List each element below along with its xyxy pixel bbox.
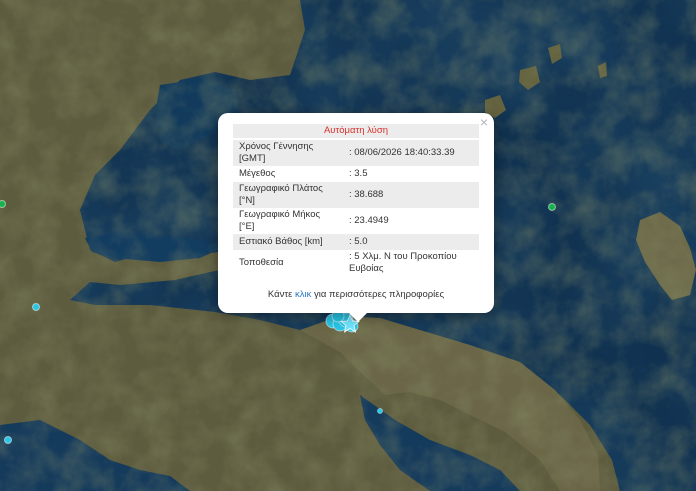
origin-time-label: Χρόνος Γέννησης [GMT] [233,140,343,166]
popup-title: Αυτόματη λύση [233,124,479,138]
location-value: : 5 Χλμ. Ν του Προκοπίου Ευβοίας [349,251,457,274]
table-row: Γεωγραφικό Πλάτος [°N] : 38.688 [233,182,479,208]
latitude-value: : 38.688 [343,182,479,208]
location-label: Τοποθεσία [239,257,284,268]
table-row: Εστιακό Βάθος [km] : 5.0 [233,234,479,250]
more-info-text: Κάντε κλικ για περισσότερες πληροφορίες [218,289,494,300]
more-info-link[interactable]: κλικ [295,289,311,300]
earthquake-marker[interactable] [4,436,12,444]
more-info-prefix: Κάντε [267,289,295,300]
depth-value: : 5.0 [343,234,479,250]
depth-label: Εστιακό Βάθος [km] [233,234,343,250]
earthquake-info-table: Χρόνος Γέννησης [GMT] : 08/06/2026 18:40… [233,140,479,276]
more-info-suffix: για περισσότερες πληροφορίες [311,289,445,300]
magnitude-value: : 3.5 [349,168,368,179]
longitude-value: : 23.4949 [349,215,389,226]
latitude-label: Γεωγραφικό Πλάτος [°N] [233,182,343,208]
origin-time-value: : 08/06/2026 18:40:33.39 [343,140,479,166]
close-icon[interactable]: × [480,115,488,129]
earthquake-popup: × Αυτόματη λύση Χρόνος Γέννησης [GMT] : … [218,113,494,322]
earthquake-marker[interactable] [548,203,556,211]
table-row: Χρόνος Γέννησης [GMT] : 08/06/2026 18:40… [233,140,479,166]
magnitude-label: Μέγεθος [239,168,276,179]
earthquake-marker[interactable] [377,408,383,414]
table-row: Γεωγραφικό Μήκος [°E] : 23.4949 [233,208,479,234]
earthquake-marker[interactable] [0,200,6,208]
table-row: Μέγεθος : 3.5 [233,166,479,182]
table-row: Τοποθεσία : 5 Χλμ. Ν του Προκοπίου Ευβοί… [233,250,479,276]
longitude-label: Γεωγραφικό Μήκος [°E] [239,209,321,232]
earthquake-marker[interactable] [32,303,40,311]
